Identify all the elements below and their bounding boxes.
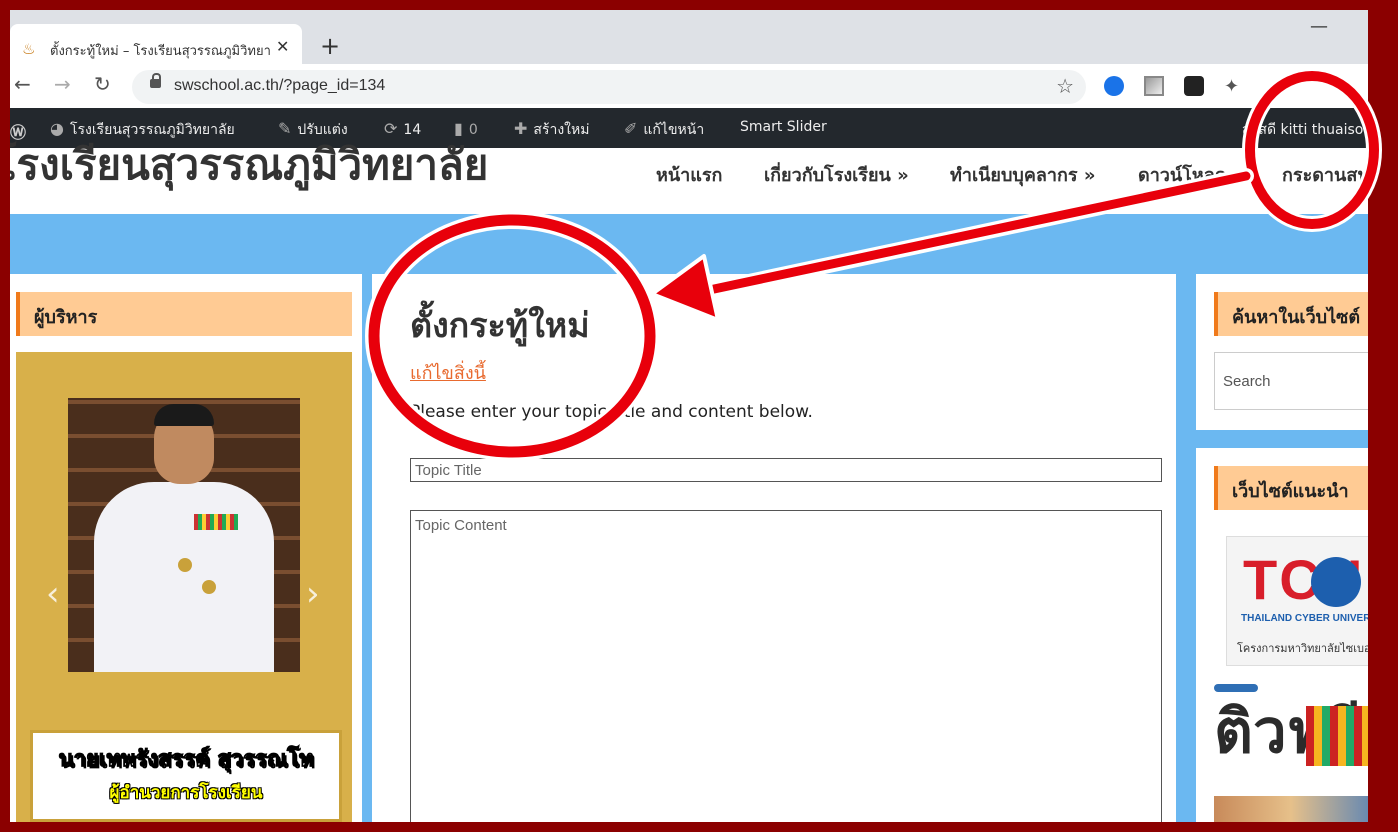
admin-new[interactable]: ✚ สร้างใหม่ [514,119,589,141]
admin-smart-slider[interactable]: Smart Slider [740,119,827,135]
bookmark-star-icon[interactable]: ☆ [1056,74,1074,98]
forward-button[interactable]: → [54,72,71,96]
tab-title: ตั้งกระทู้ใหม่ – โรงเรียนสุวรรณภูมิวิทยา… [50,44,270,59]
reload-button[interactable]: ↻ [94,72,111,96]
menu-item-about[interactable]: เกี่ยวกับโรงเรียน » [764,160,909,189]
books-icon [1306,706,1368,766]
executive-name: นายเทพรังสรรค์ สุวรรณโท [58,747,314,773]
menu-item-download[interactable]: ดาวน์โหลด » [1138,160,1244,189]
left-sidebar: ผู้บริหาร ‹ › นายเทพรังสรรค์ สุวรรณโท ผู… [10,274,362,822]
url-text: swschool.ac.th/?page_id=134 [174,77,386,94]
search-widget: ค้นหาในเว็บไซต์ [1196,274,1368,430]
extensions-puzzle-icon[interactable]: ✦ [1224,76,1244,97]
widget-title-executive: ผู้บริหาร [16,292,352,336]
main-content: ตั้งกระทู้ใหม่ แก้ไขสิ่งนี้ Please enter… [372,274,1176,822]
slider-next-arrow-icon[interactable]: › [306,574,320,614]
extension-tampermonkey-icon[interactable] [1184,76,1204,96]
browser-tabstrip: ♨ ตั้งกระทู้ใหม่ – โรงเรียนสุวรรณภูมิวิท… [10,10,1368,72]
school-favicon-icon: ♨ [22,40,36,58]
widget-title-search: ค้นหาในเว็บไซต์ [1214,292,1368,336]
right-sidebar: ค้นหาในเว็บไซต์ เว็บไซต์แนะนำ TCU THAILA… [1196,274,1368,822]
minimize-window-button[interactable]: — [1310,16,1328,37]
screenshot-frame: ♨ ตั้งกระทู้ใหม่ – โรงเรียนสุวรรณภูมิวิท… [10,10,1368,822]
medal [202,580,216,594]
topic-content-textarea[interactable] [410,510,1162,822]
edit-this-link[interactable]: แก้ไขสิ่งนี้ [410,358,486,387]
site-title[interactable]: โรงเรียนสุวรรณภูมิวิทยาลัย [10,132,488,198]
portrait-caption: นายเทพรังสรรค์ สุวรรณโท ผู้อำนวยการโรงเร… [30,730,342,822]
admin-greeting[interactable]: สวัสดี kitti thuaison [1242,119,1368,141]
person-hair [154,404,214,426]
admin-edit-page[interactable]: ✐ แก้ไขหน้า [624,119,704,141]
close-tab-icon[interactable]: ✕ [276,37,289,56]
browser-toolbar: ← → ↻ swschool.ac.th/?page_id=134 ☆ ✦ [10,64,1368,108]
banner-thumbnail[interactable] [1214,796,1368,822]
widget-title-recommended: เว็บไซต์แนะนำ [1214,466,1368,510]
executive-role: ผู้อำนวยการโรงเรียน [109,783,263,803]
menu-item-forum[interactable]: กระดานสนทนา [1282,160,1368,189]
extension-bookmark-icon[interactable] [1104,76,1124,96]
page-title: ตั้งกระทู้ใหม่ [410,306,590,346]
plus-icon: ✚ [514,119,528,138]
tcu-subtitle: THAILAND CYBER UNIVERSITY [1241,613,1368,624]
executive-portrait-slider[interactable]: ‹ › นายเทพรังสรรค์ สุวรรณโท ผู้อำนวยการโ… [16,352,352,822]
address-bar[interactable]: swschool.ac.th/?page_id=134 ☆ [132,70,1086,104]
globe-icon [1311,557,1361,607]
menu-item-home[interactable]: หน้าแรก [656,160,722,189]
portrait-photo [68,398,300,672]
tcu-link-card[interactable]: TCU THAILAND CYBER UNIVERSITY โครงการมหา… [1226,536,1368,666]
extension-cast-icon[interactable] [1144,76,1164,96]
medal [178,558,192,572]
site-header: โรงเรียนสุวรรณภูมิวิทยาลัย หน้าแรก เกี่ย… [10,140,1368,214]
topic-title-input[interactable] [410,458,1162,482]
new-tab-button[interactable]: + [320,32,340,60]
tcu-caption: โครงการมหาวิทยาลัยไซเบอร์ไทย [1237,642,1368,655]
recommended-widget: เว็บไซต์แนะนำ TCU THAILAND CYBER UNIVERS… [1196,448,1368,822]
ribbon-bar [194,514,238,530]
uniform-body [94,482,274,672]
menu-item-staff[interactable]: ทำเนียบบุคลากร » [950,160,1095,189]
form-instructions: Please enter your topic title and conten… [410,402,813,422]
site-search-input[interactable] [1214,352,1368,410]
back-button[interactable]: ← [14,72,31,96]
pencil-icon: ✐ [624,119,638,138]
lock-icon [150,73,161,88]
slider-prev-arrow-icon[interactable]: ‹ [46,574,60,614]
